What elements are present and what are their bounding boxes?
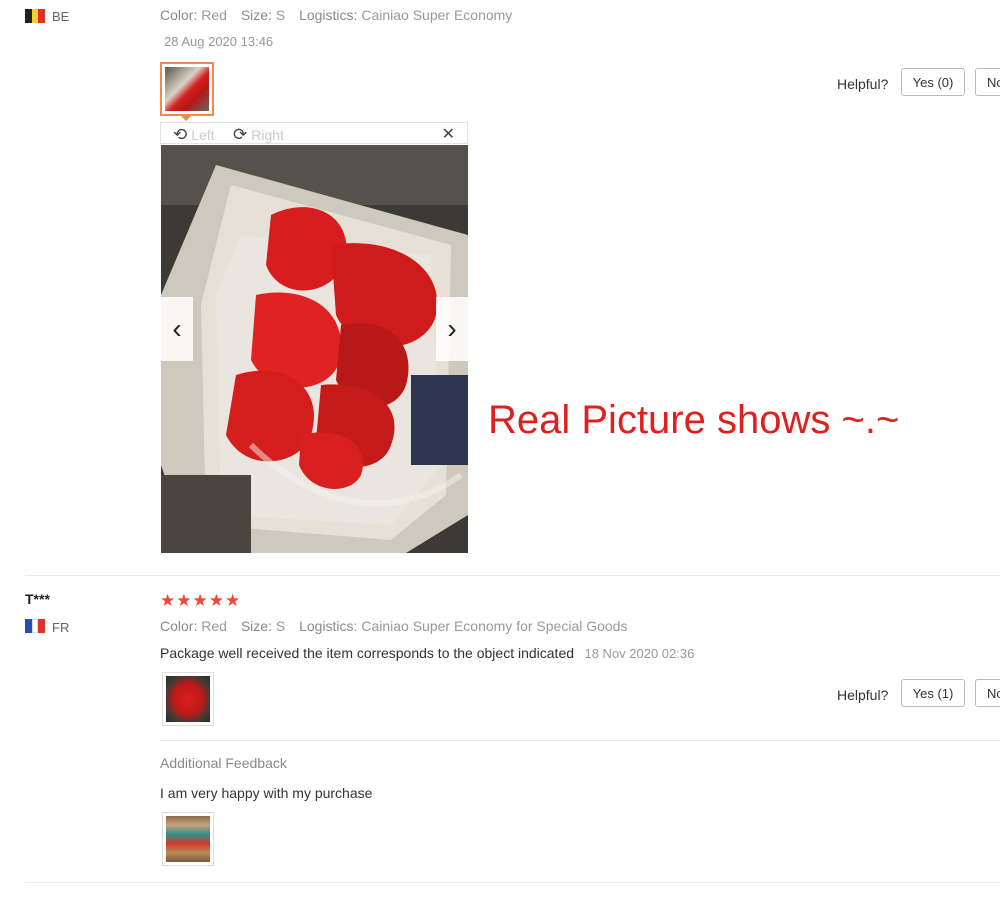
rotate-right-button[interactable]: ⟳ Right xyxy=(233,125,284,145)
rotate-left-icon: ⟲ xyxy=(173,125,188,144)
attr-key: Logistics: xyxy=(299,7,358,23)
image-caption: Real Picture shows ~.~ xyxy=(488,398,900,442)
review-divider xyxy=(25,575,1000,576)
rotate-right-icon: ⟳ xyxy=(233,125,248,144)
review-date: 28 Aug 2020 13:46 xyxy=(164,34,274,49)
attr-key: Color: xyxy=(160,7,198,23)
product-photo xyxy=(166,676,210,722)
rotate-right-label: Right xyxy=(251,127,284,143)
rotate-left-label: Left xyxy=(191,127,215,143)
review-photo-thumb[interactable] xyxy=(162,672,214,726)
review-divider xyxy=(25,882,1000,883)
attr-value: S xyxy=(275,618,286,634)
product-photo xyxy=(165,67,209,111)
review-date: 18 Nov 2020 02:36 xyxy=(584,646,695,661)
helpful-label: Helpful? xyxy=(837,76,889,92)
reviewer-name: T*** xyxy=(25,591,50,607)
thumb-pointer xyxy=(180,115,192,121)
helpful-label: Helpful? xyxy=(837,687,889,703)
attr-value: Cainiao Super Economy for Special Goods xyxy=(361,618,628,634)
chevron-right-icon: › xyxy=(447,313,457,344)
attr-value: Red xyxy=(201,7,227,23)
helpful-yes-button[interactable]: Yes (0) xyxy=(901,68,965,96)
star-rating: ★★★★★ xyxy=(160,591,242,610)
review-attributes: Color: Red Size: S Logistics: Cainiao Su… xyxy=(160,7,512,23)
helpful-yes-button[interactable]: Yes (1) xyxy=(901,679,965,707)
country-code: FR xyxy=(52,620,70,635)
attr-value: Cainiao Super Economy xyxy=(361,7,513,23)
attr-key: Size: xyxy=(240,618,272,634)
review-text: Package well received the item correspon… xyxy=(160,645,575,661)
product-photo xyxy=(161,145,468,553)
helpful-no-button[interactable]: No xyxy=(975,679,1000,707)
product-photo xyxy=(166,816,210,862)
photo-viewer-toolbar: ⟲ Left ⟳ Right ✕ xyxy=(160,122,468,144)
attr-key: Size: xyxy=(240,7,272,23)
attr-key: Logistics: xyxy=(299,618,358,634)
country-code: BE xyxy=(52,9,70,24)
prev-photo-button[interactable]: ‹ xyxy=(161,297,193,361)
review-photo-thumb[interactable] xyxy=(160,62,214,116)
attr-key: Color: xyxy=(160,618,198,634)
additional-feedback-text: I am very happy with my purchase xyxy=(160,785,373,801)
review-photo-thumb[interactable] xyxy=(162,812,214,866)
next-photo-button[interactable]: › xyxy=(436,297,468,361)
close-icon[interactable]: ✕ xyxy=(442,124,455,144)
enlarged-review-photo: ‹ › xyxy=(161,145,468,553)
attr-value: Red xyxy=(201,618,227,634)
attr-value: S xyxy=(275,7,286,23)
feedback-divider xyxy=(160,740,1000,741)
chevron-left-icon: ‹ xyxy=(172,313,182,344)
additional-feedback-label: Additional Feedback xyxy=(160,755,287,771)
helpful-no-button[interactable]: No xyxy=(975,68,1000,96)
country-flag-fr xyxy=(25,619,46,633)
country-flag-be xyxy=(25,9,46,23)
rotate-left-button[interactable]: ⟲ Left xyxy=(173,125,215,145)
review-body: Package well received the item correspon… xyxy=(160,645,694,663)
review-attributes: Color: Red Size: S Logistics: Cainiao Su… xyxy=(160,618,627,634)
